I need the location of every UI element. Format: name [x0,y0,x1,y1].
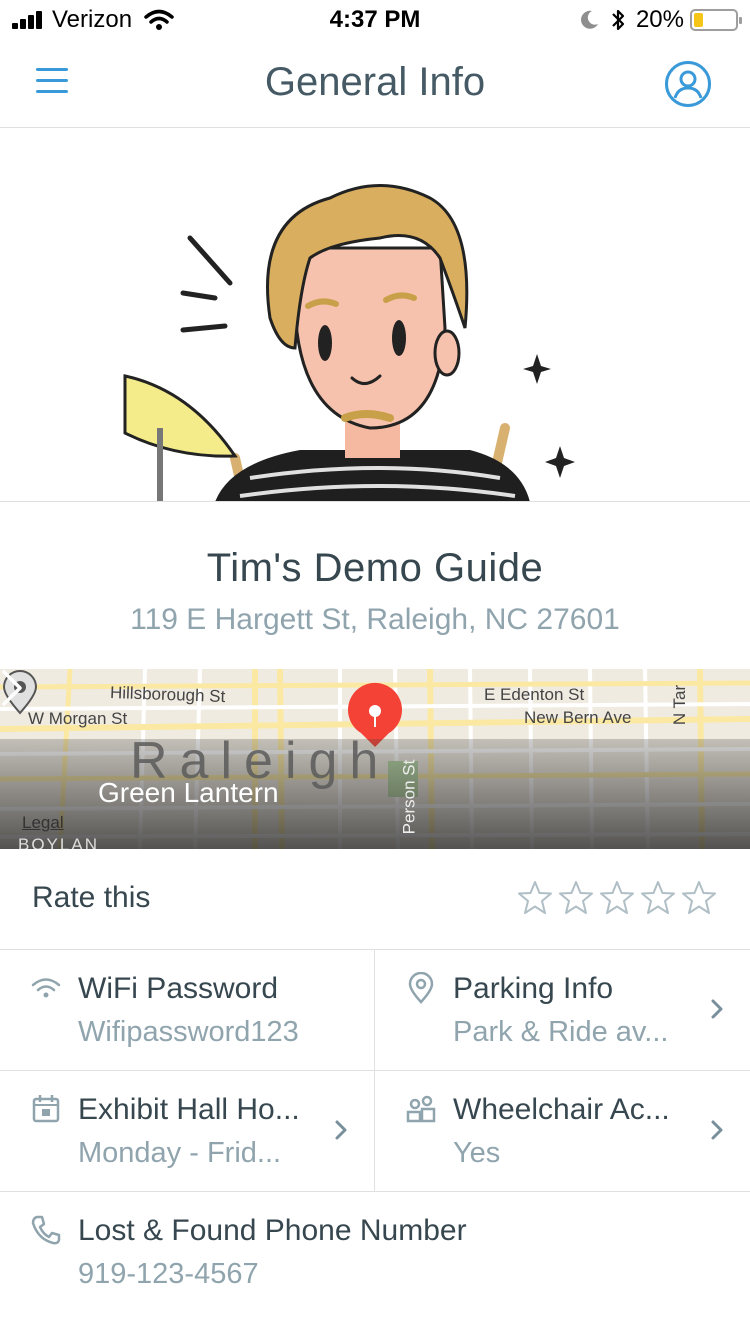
people-icon [406,1095,436,1123]
chevron-right-icon [711,1120,723,1140]
user-profile-icon[interactable] [664,60,712,108]
map-street-label: W Morgan St [28,709,128,728]
map-street-label: N Tar [670,684,690,726]
guide-info: Tim's Demo Guide 119 E Hargett St, Ralei… [0,502,750,670]
map-street-label: New Bern Ave [524,708,632,727]
exhibit-hall-title: Exhibit Hall Ho... [78,1093,300,1126]
rating-label: Rate this [32,881,151,914]
star-icon[interactable] [639,879,677,917]
star-rating[interactable] [513,879,718,917]
star-icon[interactable] [598,879,636,917]
parking-info-value: Park & Ride av... [453,1016,669,1048]
exhibit-hall-value: Monday - Frid... [78,1137,282,1169]
wheelchair-access-value: Yes [453,1137,501,1169]
wheelchair-access-title: Wheelchair Ac... [453,1093,670,1126]
map-street-label: BOYLAN [18,835,99,849]
map-street-label: E Edenton St [484,685,585,704]
guide-address: 119 E Hargett St, Raleigh, NC 27601 [130,603,620,636]
wifi-password-value: Wifipassword123 [78,1016,299,1048]
chevron-right-icon[interactable] [0,669,24,707]
map-place-name: Green Lantern [98,777,279,808]
wheelchair-access-cell[interactable]: Wheelchair Ac... Yes [375,1071,750,1192]
guide-hero-image [0,128,750,502]
status-right: 20% [578,6,742,34]
wifi-password-cell[interactable]: WiFi Password Wifipassword123 [0,950,375,1071]
bluetooth-icon [612,9,625,31]
calendar-icon [32,1095,60,1123]
lost-and-found-title: Lost & Found Phone Number [78,1214,467,1247]
star-icon[interactable] [557,879,595,917]
guide-avatar-illustration [123,184,575,501]
lost-and-found-cell[interactable]: Lost & Found Phone Number 919-123-4567 [0,1192,750,1313]
phone-icon [31,1215,61,1245]
exhibit-hall-hours-cell[interactable]: Exhibit Hall Ho... Monday - Frid... [0,1071,375,1192]
star-icon[interactable] [680,879,718,917]
battery-level [694,13,703,27]
map-legal-link[interactable]: Legal [22,813,64,833]
lost-and-found-value: 919-123-4567 [78,1258,259,1290]
location-pin-icon [408,972,434,1004]
page-title: General Info [264,60,486,104]
battery-percent: 20% [635,6,684,33]
wifi-icon [31,978,61,998]
battery-icon [690,9,742,31]
navigation-bar: General Info [0,40,750,128]
chevron-right-icon [711,999,723,1019]
map-street-label: Hillsborough St [109,682,226,707]
chevron-right-icon [335,1120,347,1140]
rating-row: Rate this [0,849,750,950]
star-icon[interactable] [516,879,554,917]
parking-info-title: Parking Info [453,972,614,1005]
parking-info-cell[interactable]: Parking Info Park & Ride av... [375,950,750,1071]
location-map[interactable]: Hillsborough St W Morgan St E Edenton St… [0,669,750,849]
moon-icon [581,10,598,29]
wifi-password-title: WiFi Password [78,972,279,1005]
status-bar: Verizon 4:37 PM 20% [0,0,750,40]
guide-title: Tim's Demo Guide [206,546,544,590]
map-street-label: Person St [399,759,419,835]
